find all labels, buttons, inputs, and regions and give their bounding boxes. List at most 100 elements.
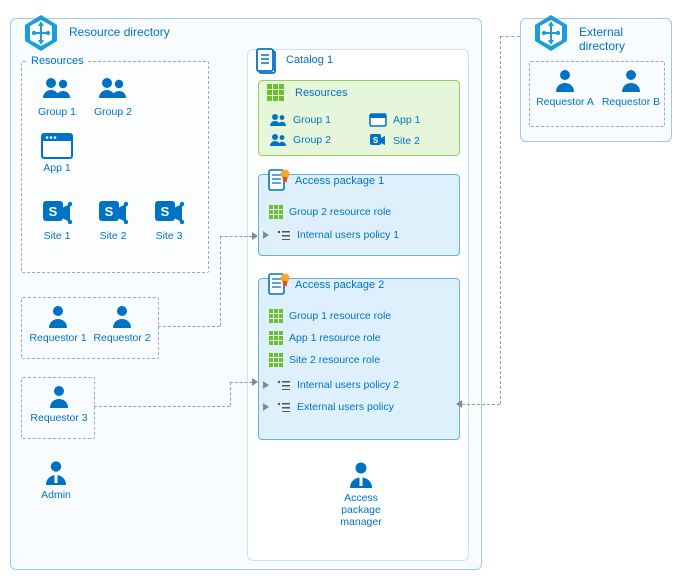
requestor: Requestor 3 (29, 384, 89, 424)
connector-line (500, 36, 501, 404)
resource-label: Site 1 (32, 230, 82, 242)
policy-label: Internal users policy 1 (297, 229, 399, 241)
requestor: Requestor B (600, 68, 662, 108)
resource-label: Group 2 (88, 106, 138, 118)
grid-icon (269, 353, 283, 367)
site-icon: S (40, 198, 74, 228)
group-icon (269, 113, 287, 127)
package-icon (265, 167, 291, 193)
admin-user: Admin (31, 459, 81, 501)
svg-text:S: S (373, 136, 379, 145)
role-label: Group 2 resource role (289, 206, 391, 218)
svg-text:S: S (49, 204, 58, 219)
external-directory-box: External directory Requestor A Requestor… (520, 18, 672, 142)
resource-directory-box: Resource directory Resources Group 1 Gro… (10, 18, 482, 570)
requestor-label: Requestor 3 (29, 412, 89, 424)
role-label: Site 2 resource role (289, 354, 380, 366)
resource-app: App 1 (32, 132, 82, 174)
role-label: Group 1 resource role (289, 310, 391, 322)
external-directory-title: External directory (579, 25, 671, 53)
grid-icon (267, 84, 285, 102)
connector-line (158, 326, 220, 327)
catalog-icon (254, 48, 280, 78)
list-icon (277, 401, 291, 413)
list-icon (277, 229, 291, 241)
person-icon (618, 68, 644, 94)
connector-line (230, 382, 231, 406)
resource-directory-title: Resource directory (69, 25, 170, 39)
package-icon (265, 271, 291, 297)
resource-role-row: Site 2 resource role (269, 353, 380, 367)
resource-site: S Site 3 (144, 198, 194, 242)
arrow-icon (252, 378, 258, 386)
resource-site: S Site 1 (32, 198, 82, 242)
requestor-label: Requestor 2 (92, 332, 152, 344)
admin-icon (42, 459, 70, 487)
arrow-icon (252, 232, 258, 240)
resource-label: App 1 (32, 162, 82, 174)
resource-site: S Site 2 (88, 198, 138, 242)
resource-group: Group 1 (32, 76, 82, 118)
grid-icon (269, 331, 283, 345)
resources-box: Resources Group 1 Group 2 (21, 61, 209, 273)
connector-line (230, 382, 252, 383)
policy-row: External users policy (263, 401, 394, 413)
app-icon (369, 113, 387, 127)
arrow-icon (456, 400, 462, 408)
policy-label: External users policy (297, 401, 394, 413)
resource-label: App 1 (393, 114, 420, 126)
admin-label: Admin (31, 489, 81, 501)
person-icon (46, 384, 72, 410)
resource-label: Site 2 (393, 135, 420, 147)
resource-label: Group 2 (293, 134, 331, 146)
arrow-in-icon (263, 380, 273, 390)
resource-label: Group 1 (293, 114, 331, 126)
requestor-label: Requestor A (534, 96, 596, 108)
role-label: App 1 resource role (289, 332, 381, 344)
catalog-resource-item: Group 1 (269, 113, 331, 127)
svg-text:S: S (161, 204, 170, 219)
site-icon: S (152, 198, 186, 228)
list-icon (277, 379, 291, 391)
catalog-resource-item: S Site 2 (369, 133, 420, 148)
requestor: Requestor 1 (28, 304, 88, 344)
policy-row: Internal users policy 2 (263, 379, 399, 391)
catalog-resource-item: App 1 (369, 113, 420, 127)
connector-line (462, 404, 500, 405)
admin-icon (346, 460, 376, 490)
resources-title: Resources (28, 55, 87, 67)
group-icon (96, 76, 130, 104)
ext-requestors-box: Requestor A Requestor B (529, 61, 665, 127)
resource-label: Site 3 (144, 230, 194, 242)
resource-label: Site 2 (88, 230, 138, 242)
requestor: Requestor A (534, 68, 596, 108)
catalog-box: Catalog 1 Resources Group 1 Group 2 (247, 49, 469, 561)
site-icon: S (369, 133, 387, 148)
catalog-resource-item: Group 2 (269, 133, 331, 147)
requestor: Requestor 2 (92, 304, 152, 344)
resource-role-row: App 1 resource role (269, 331, 381, 345)
resource-role-row: Group 1 resource role (269, 309, 391, 323)
resource-group: Group 2 (88, 76, 138, 118)
arrow-in-icon (263, 402, 273, 412)
requestor-label: Requestor 1 (28, 332, 88, 344)
group-icon (269, 133, 287, 147)
requestor-label: Requestor B (600, 96, 662, 108)
requestors-box-top: Requestor 1 Requestor 2 (21, 297, 159, 359)
requestors-box-bottom: Requestor 3 (21, 377, 95, 439)
access-package-title: Access package 2 (295, 279, 384, 291)
grid-icon (269, 205, 283, 219)
resource-label: Group 1 (32, 106, 82, 118)
access-package-manager: Access package manager (326, 460, 396, 528)
catalog-resources-box: Resources Group 1 Group 2 (258, 80, 460, 156)
group-icon (40, 76, 74, 104)
person-icon (45, 304, 71, 330)
manager-label: Access package manager (326, 492, 396, 528)
directory-icon (21, 13, 61, 53)
resource-role-row: Group 2 resource role (269, 205, 391, 219)
grid-icon (269, 309, 283, 323)
person-icon (109, 304, 135, 330)
site-icon: S (96, 198, 130, 228)
policy-row: Internal users policy 1 (263, 229, 399, 241)
access-package-box: Access package 2 Group 1 resource role A… (258, 278, 460, 440)
